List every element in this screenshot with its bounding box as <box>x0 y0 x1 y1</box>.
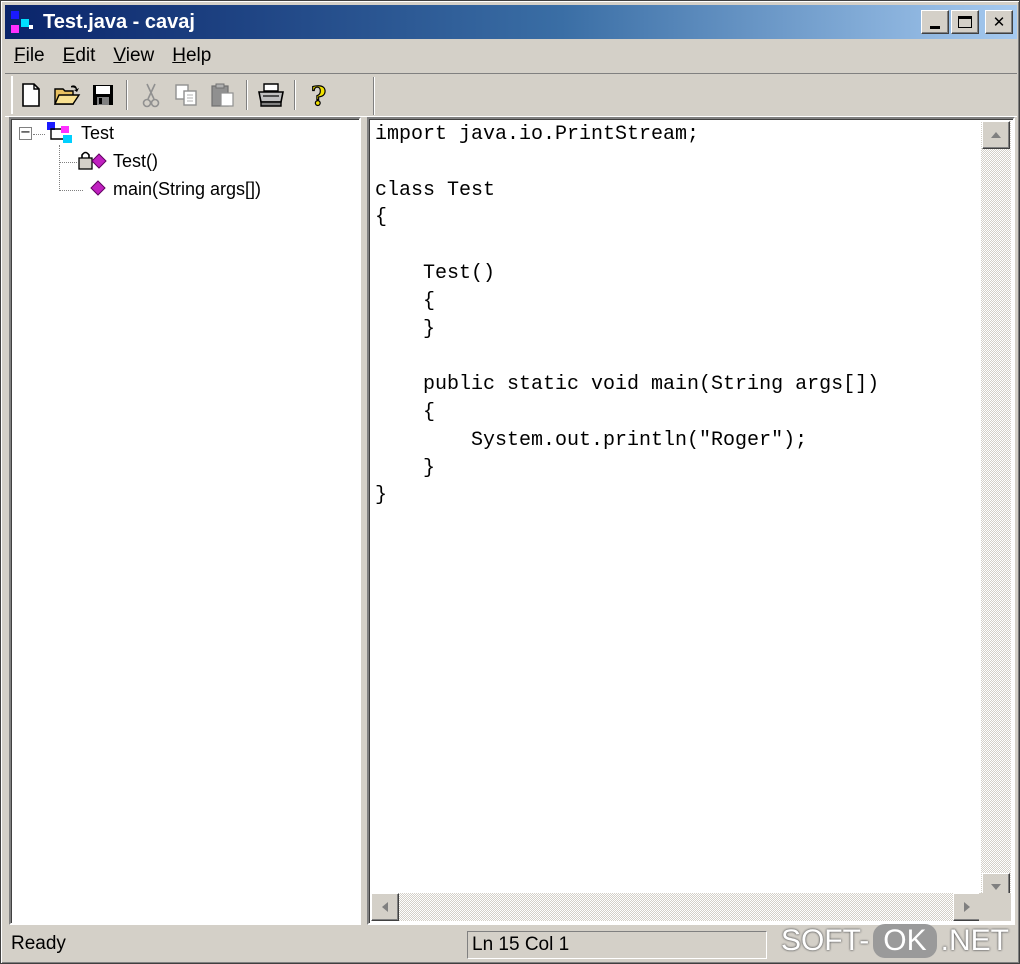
menu-view-label: iew <box>125 45 155 66</box>
close-button[interactable]: ✕ <box>985 10 1013 34</box>
toolbar-separator <box>246 80 248 110</box>
help-button[interactable]: ? <box>303 79 335 111</box>
tree-node-label: Test() <box>113 150 158 171</box>
arrow-down-icon <box>991 884 1001 890</box>
menu-view-accel: V <box>113 45 126 66</box>
tree-node-constructor[interactable]: Test() <box>77 149 158 173</box>
print-button[interactable] <box>255 79 287 111</box>
code-editor[interactable]: import java.io.PrintStream; class Test {… <box>367 117 1015 925</box>
new-button[interactable] <box>15 79 47 111</box>
maximize-icon <box>958 16 972 28</box>
tree-connector <box>33 134 45 135</box>
menu-help-label: elp <box>185 45 212 66</box>
horizontal-scrollbar[interactable] <box>371 893 981 921</box>
class-icon <box>47 122 72 143</box>
tree-node-main-method[interactable]: main(String args[]) <box>89 177 261 201</box>
save-button[interactable] <box>87 79 119 111</box>
menu-view[interactable]: View <box>104 45 163 67</box>
tree-node-class-test[interactable]: Test <box>45 121 114 145</box>
copy-button[interactable] <box>171 79 203 111</box>
cut-button[interactable] <box>135 79 167 111</box>
source-code[interactable]: import java.io.PrintStream; class Test {… <box>375 121 879 510</box>
title-bar[interactable]: Test.java - cavaj ✕ <box>5 5 1017 39</box>
help-icon: ? <box>310 81 326 109</box>
watermark-left: SOFT- <box>780 924 870 957</box>
cut-icon <box>142 83 160 108</box>
toolbar: ? <box>11 76 373 114</box>
menu-file-label: ile <box>25 45 45 66</box>
status-message: Ready <box>11 933 66 954</box>
watermark: SOFT- OK .NET <box>781 919 1009 963</box>
tree-connector <box>59 162 77 163</box>
scroll-left-button[interactable] <box>371 893 399 921</box>
paste-icon <box>211 83 234 107</box>
class-tree-panel[interactable]: − Test Test() main(String args[]) <box>9 117 361 925</box>
tree-node-label: main(String args[]) <box>113 178 262 199</box>
scroll-up-button[interactable] <box>982 121 1010 149</box>
print-icon <box>258 83 284 107</box>
watermark-right: .NET <box>940 924 1009 957</box>
menu-file[interactable]: File <box>5 45 54 67</box>
menu-edit-label: dit <box>75 45 96 66</box>
menu-edit-accel: E <box>62 45 76 66</box>
scroll-right-button[interactable] <box>953 893 981 921</box>
method-icon <box>90 180 106 196</box>
status-cursor-position: Ln 15 Col 1 <box>467 931 767 959</box>
arrow-left-icon <box>382 902 388 912</box>
menu-file-accel: F <box>14 45 26 66</box>
save-icon <box>93 85 113 105</box>
menu-help[interactable]: Help <box>163 45 220 67</box>
toolbar-end-grip <box>373 77 375 115</box>
arrow-right-icon <box>964 902 970 912</box>
tree-connector <box>59 190 83 191</box>
toolbar-area: ? <box>5 73 1017 117</box>
paste-button[interactable] <box>207 79 239 111</box>
app-window: Test.java - cavaj ✕ File Edit View Help <box>0 0 1020 964</box>
protected-method-icon <box>78 151 107 170</box>
scrollbar-corner <box>979 893 1011 921</box>
menu-bar: File Edit View Help <box>5 41 220 71</box>
arrow-up-icon <box>991 132 1001 138</box>
tree-collapse-toggle[interactable]: − <box>19 126 32 140</box>
svg-text:?: ? <box>311 82 326 109</box>
toolbar-separator <box>294 80 296 110</box>
close-icon: ✕ <box>992 12 1006 31</box>
watermark-pill: OK <box>873 924 937 958</box>
minimize-button[interactable] <box>921 10 949 34</box>
new-file-icon <box>22 83 40 107</box>
copy-icon <box>175 84 197 106</box>
tree-connector <box>59 145 60 191</box>
menu-edit[interactable]: Edit <box>54 45 105 67</box>
open-folder-icon <box>53 85 81 105</box>
toolbar-separator <box>126 80 128 110</box>
cavaj-app-icon <box>9 9 39 35</box>
maximize-button[interactable] <box>951 10 979 34</box>
minimize-icon <box>930 25 940 29</box>
open-button[interactable] <box>51 79 83 111</box>
window-title: Test.java - cavaj <box>43 10 195 33</box>
menu-help-accel: H <box>172 45 186 66</box>
tree-node-label: Test <box>81 122 115 143</box>
vertical-scrollbar[interactable] <box>981 121 1011 901</box>
